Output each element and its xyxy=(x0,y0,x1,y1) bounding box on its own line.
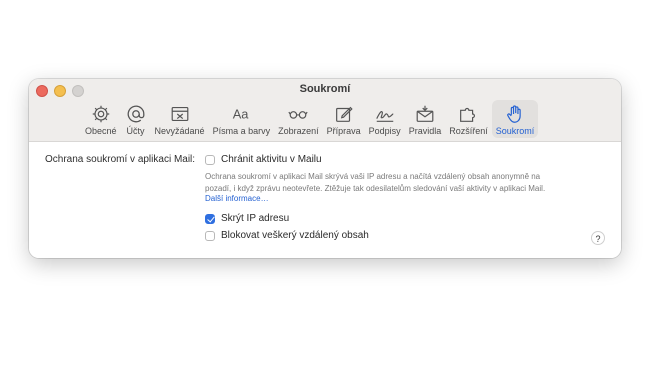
tab-label: Písma a barvy xyxy=(212,126,271,136)
privacy-section-label: Ochrana soukromí v aplikaci Mail: xyxy=(45,154,196,165)
tab-composing[interactable]: Příprava xyxy=(323,100,365,138)
at-icon xyxy=(127,105,144,123)
tab-label: Účty xyxy=(126,126,145,136)
tab-label: Rozšíření xyxy=(449,126,488,136)
fonts-icon: Aa xyxy=(233,107,250,122)
tab-label: Pravidla xyxy=(408,126,442,136)
tab-privacy[interactable]: Soukromí xyxy=(491,100,539,138)
protect-activity-label: Chránit aktivitu v Mailu xyxy=(221,154,322,165)
tab-extensions[interactable]: Rozšíření xyxy=(445,100,492,138)
compose-icon xyxy=(335,106,353,122)
hand-icon xyxy=(507,105,521,123)
hide-ip-checkbox[interactable] xyxy=(205,214,215,224)
block-remote-content-checkbox[interactable] xyxy=(205,231,215,241)
preferences-toolbar: Obecné Účty Nevyžádané Aa Písma a barvy … xyxy=(81,100,539,138)
tab-label: Soukromí xyxy=(495,126,535,136)
tab-accounts[interactable]: Účty xyxy=(121,100,151,138)
protect-activity-checkbox[interactable] xyxy=(205,155,215,165)
preferences-window: Soukromí Obecné Účty Nevyžádané Aa Písma… xyxy=(29,79,621,258)
privacy-pane: Ochrana soukromí v aplikaci Mail: Chráni… xyxy=(29,142,621,258)
junk-tray-icon xyxy=(171,106,188,122)
signature-icon xyxy=(375,111,394,122)
puzzle-icon xyxy=(460,107,476,122)
window-title: Soukromí xyxy=(299,83,351,95)
tab-viewing[interactable]: Zobrazení xyxy=(274,100,323,138)
tab-rules[interactable]: Pravidla xyxy=(405,100,446,138)
description-line: Ochrana soukromí v aplikaci Mail skrývá … xyxy=(205,172,541,181)
glasses-icon xyxy=(288,111,309,119)
hide-ip-label: Skrýt IP adresu xyxy=(221,213,290,224)
privacy-description: Ochrana soukromí v aplikaci Mail skrývá … xyxy=(205,171,605,195)
tab-label: Příprava xyxy=(326,126,361,136)
tab-junk[interactable]: Nevyžádané xyxy=(151,100,209,138)
help-button[interactable]: ? xyxy=(591,231,605,245)
svg-text:Aa: Aa xyxy=(233,107,250,122)
tab-label: Zobrazení xyxy=(278,126,319,136)
tab-signatures[interactable]: Podpisy xyxy=(365,100,405,138)
tab-label: Nevyžádané xyxy=(154,126,205,136)
rules-envelope-icon xyxy=(416,105,434,122)
gear-icon xyxy=(92,105,110,123)
tab-fonts-colors[interactable]: Aa Písma a barvy xyxy=(209,100,275,138)
tab-general[interactable]: Obecné xyxy=(81,100,121,138)
tab-label: Obecné xyxy=(85,126,117,136)
tab-label: Podpisy xyxy=(368,126,401,136)
more-info-link[interactable]: Další informace… xyxy=(205,194,269,203)
block-remote-content-label: Blokovat veškerý vzdálený obsah xyxy=(221,230,369,241)
titlebar: Soukromí Obecné Účty Nevyžádané Aa Písma… xyxy=(29,79,621,142)
